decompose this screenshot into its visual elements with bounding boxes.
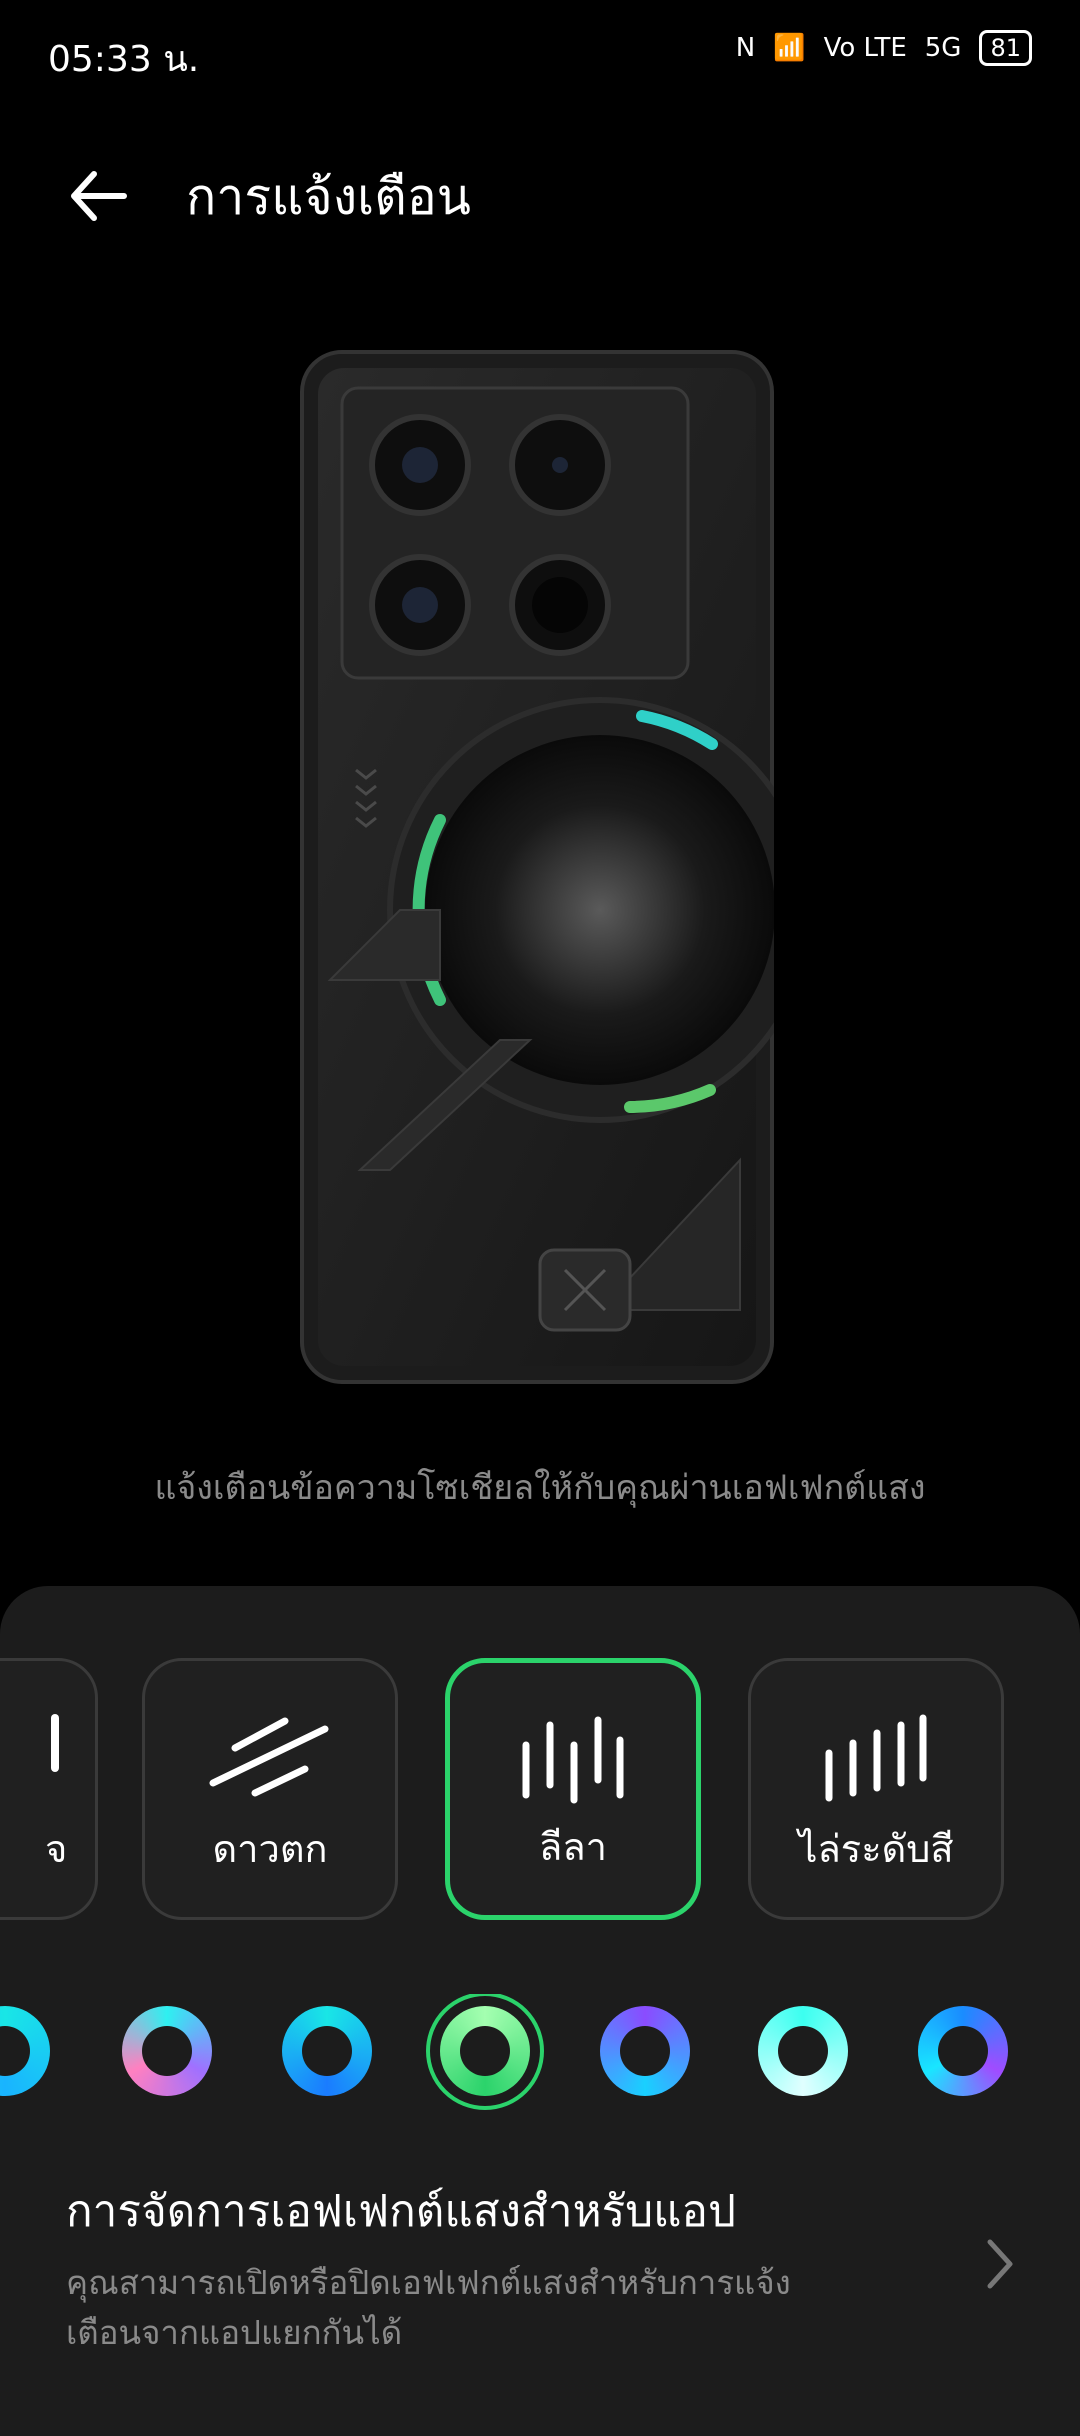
color-option-cyan-partial[interactable]	[0, 2006, 50, 2096]
description-text: แจ้งเตือนข้อความโซเชียลให้กับคุณผ่านเอฟเ…	[154, 1468, 926, 1508]
nfc-icon: N	[735, 33, 756, 63]
app-effects-title: การจัดการเอฟเฟกต์แสงสำหรับแอป	[66, 2186, 736, 2237]
effect-label-lila: ลีลา	[539, 1825, 607, 1869]
color-option-purple-cyan[interactable]	[600, 2006, 690, 2096]
effect-label-gradient: ไล่ระดับสี	[798, 1827, 954, 1871]
status-icons: N 📶 Vo LTE 5G 81	[736, 30, 1032, 66]
back-arrow-icon	[71, 171, 127, 221]
effect-label-meteor: ดาวตก	[212, 1827, 328, 1871]
wifi-icon: 📶	[773, 33, 806, 63]
battery-indicator: 81	[979, 30, 1032, 66]
rhythm-effect-icon	[522, 1716, 624, 1804]
color-option-green[interactable]	[426, 1994, 544, 2110]
top-app-bar: การแจ้งเตือน	[0, 150, 1080, 240]
status-time: 05:33 น.	[48, 39, 200, 80]
meteor-effect-icon	[209, 1717, 329, 1797]
volte-label: Vo LTE	[823, 33, 907, 63]
color-option-cyan-white[interactable]	[758, 2006, 848, 2096]
effects-sheet: จ ดาวตก ลีลา ไล่ระดับสี การจัดการเอฟเฟกต…	[0, 1586, 1080, 2436]
effect-card-gradient[interactable]: ไล่ระดับสี	[748, 1658, 1004, 1920]
color-option-cyan-pink[interactable]	[122, 2006, 212, 2096]
color-option-blue-purple[interactable]	[918, 2006, 1008, 2096]
network-label: 5G	[924, 33, 962, 63]
status-bar: 05:33 น. N 📶 Vo LTE 5G 81	[0, 0, 1080, 110]
effect-cards: จ ดาวตก ลีลา ไล่ระดับสี	[0, 1658, 1080, 1924]
chevron-right-icon	[987, 2239, 1013, 2289]
phone-back-illustration	[300, 350, 774, 1384]
back-button[interactable]	[64, 160, 134, 230]
app-effects-row[interactable]: การจัดการเอฟเฟกต์แสงสำหรับแอป คุณสามารถเ…	[0, 2176, 1080, 2396]
effect-partial-icon	[51, 1714, 59, 1772]
gradient-effect-icon	[825, 1714, 927, 1802]
app-effects-subtitle: คุณสามารถเปิดหรือปิดเอฟเฟกต์แสงสำหรับการ…	[66, 2263, 791, 2352]
effect-card-lila[interactable]: ลีลา	[445, 1658, 701, 1920]
effect-card-partial[interactable]: จ	[0, 1658, 98, 1920]
color-option-cyan-blue[interactable]	[282, 2006, 372, 2096]
color-options	[0, 1994, 1080, 2114]
page-title: การแจ้งเตือน	[186, 168, 471, 226]
effect-card-meteor[interactable]: ดาวตก	[142, 1658, 398, 1920]
effect-label-partial: จ	[45, 1827, 68, 1871]
